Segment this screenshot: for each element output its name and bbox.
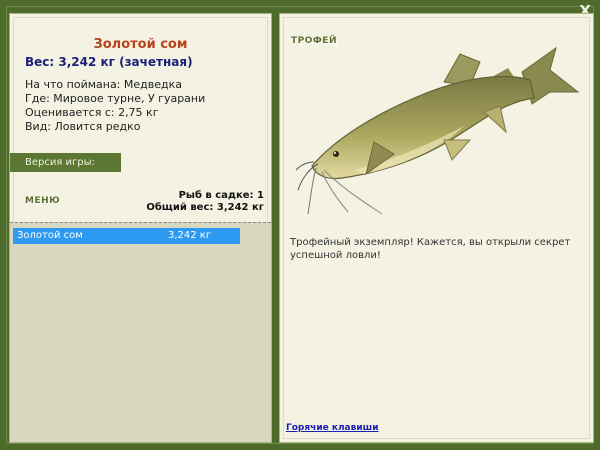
- location-info: Где: Мировое турне, У гуарани: [25, 92, 206, 105]
- valued-info: Оценивается с: 2,75 кг: [25, 106, 159, 119]
- fish-weight: Вес: 3,242 кг (зачетная): [25, 55, 193, 69]
- hotkeys-link[interactable]: Горячие клавиши: [286, 423, 379, 433]
- version-value: 3.7.6: [25, 176, 54, 187]
- list-item-weight: 3,242 кг: [168, 230, 212, 241]
- catfish-illustration: [295, 46, 580, 215]
- trophy-panel: ТРОФЕЙ Трофейный экземпляр! Кажется, вы …: [279, 13, 594, 443]
- game-window: X Золотой сом Вес: 3,242 кг (зачетная) Н…: [0, 0, 600, 450]
- bait-info: На что поймана: Медведка: [25, 78, 182, 91]
- total-weight: Общий вес: 3,242 кг: [146, 202, 264, 213]
- version-label: Версия игры:: [25, 157, 95, 168]
- keepnet-summary: Рыб в садке: 1 Общий вес: 3,242 кг: [146, 190, 264, 214]
- catch-info-panel: Золотой сом Вес: 3,242 кг (зачетная) На …: [9, 13, 272, 443]
- trophy-description: Трофейный экземпляр! Кажется, вы открыли…: [290, 237, 571, 261]
- keepnet-list: Золотой сом 3,242 кг: [10, 222, 271, 442]
- list-item-name: Золотой сом: [17, 230, 83, 241]
- menu-button[interactable]: МЕНЮ: [25, 196, 60, 206]
- fish-name: Золотой сом: [93, 37, 188, 52]
- fish-count: Рыб в садке: 1: [178, 190, 264, 201]
- version-badge: Версия игры: 3.7.6: [10, 153, 121, 187]
- rarity-info: Вид: Ловится редко: [25, 120, 141, 133]
- list-item[interactable]: Золотой сом 3,242 кг: [13, 228, 240, 244]
